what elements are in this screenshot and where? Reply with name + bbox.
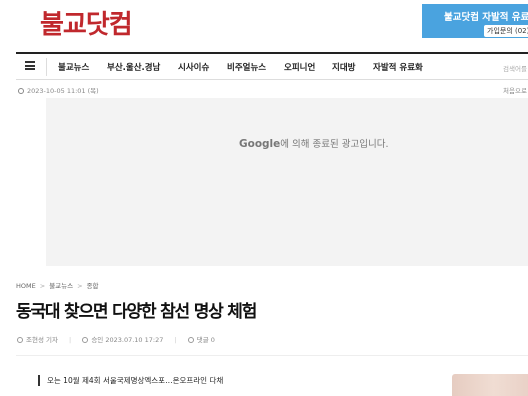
ad-message: Google에 의해 종료된 광고입니다. xyxy=(239,136,389,150)
current-date: 2023-10-05 11:01 (목) xyxy=(18,85,99,95)
user-icon xyxy=(17,337,23,343)
paid-subscription-banner[interactable]: 불교닷컴 자발적 유료화 가입문의 (02)73 xyxy=(422,4,528,38)
nav-item-buddhist-news[interactable]: 불교뉴스 xyxy=(58,61,89,73)
main-nav: 불교뉴스 부산.울산.경남 시사이슈 비주얼뉴스 오피니언 지대방 자발적 유료… xyxy=(16,52,528,80)
approval-time: 승인 2023.07.10 17:27 xyxy=(82,334,163,344)
search-input[interactable]: 검색어를 입력 xyxy=(503,63,528,73)
banner-phone: 가입문의 (02)73 xyxy=(484,25,528,37)
hamburger-menu-icon[interactable] xyxy=(25,61,35,70)
divider xyxy=(16,355,528,356)
breadcrumb-category[interactable]: 종합 xyxy=(87,282,99,290)
article-meta: 조현성 기자 | 승인 2023.07.10 17:27 | 댓글 0 xyxy=(17,334,215,344)
nav-item-jidaebang[interactable]: 지대방 xyxy=(332,61,355,73)
breadcrumb: HOME > 불교뉴스 > 종합 xyxy=(16,280,99,290)
author-name: 조현성 기자 xyxy=(26,336,58,344)
breadcrumb-section[interactable]: 불교뉴스 xyxy=(49,282,73,290)
meta-divider: | xyxy=(174,336,177,344)
ad-placeholder: Google에 의해 종료된 광고입니다. xyxy=(46,98,528,266)
nav-item-opinion[interactable]: 오피니언 xyxy=(284,61,315,73)
article-image xyxy=(452,374,528,396)
meta-divider: | xyxy=(69,336,72,344)
approval-text: 승인 2023.07.10 17:27 xyxy=(91,336,164,344)
breadcrumb-home[interactable]: HOME xyxy=(16,282,36,290)
home-link[interactable]: 처음으로 xyxy=(503,85,527,95)
date-text: 2023-10-05 11:01 (목) xyxy=(27,87,99,95)
nav-item-visual-news[interactable]: 비주얼뉴스 xyxy=(227,61,266,73)
banner-title: 불교닷컴 자발적 유료화 xyxy=(444,12,528,23)
site-logo[interactable]: 불교닷컴 xyxy=(40,4,133,41)
nav-item-current-issues[interactable]: 시사이슈 xyxy=(178,61,209,73)
clock-icon xyxy=(18,88,24,94)
author: 조현성 기자 xyxy=(17,334,58,344)
chevron-right-icon: > xyxy=(77,282,83,290)
article-title: 동국대 찾으면 다양한 참선 명상 체험 xyxy=(16,302,257,322)
comment-count[interactable]: 댓글 0 xyxy=(187,334,215,344)
ad-message-text: 에 의해 종료된 광고입니다. xyxy=(280,139,389,150)
clock-icon xyxy=(82,337,89,343)
comment-text: 댓글 0 xyxy=(196,336,215,344)
ad-brand: Google xyxy=(239,138,281,150)
nav-divider xyxy=(46,58,47,76)
nav-item-paid-subscription[interactable]: 자발적 유료화 xyxy=(373,61,423,73)
nav-item-busan-ulsan-gyeongnam[interactable]: 부산.울산.경남 xyxy=(107,61,160,73)
comment-icon xyxy=(187,337,194,343)
chevron-right-icon: > xyxy=(39,282,46,290)
article-subheading: 오는 10월 제4회 서울국제명상엑스포…온오프라인 다채 xyxy=(38,375,223,386)
